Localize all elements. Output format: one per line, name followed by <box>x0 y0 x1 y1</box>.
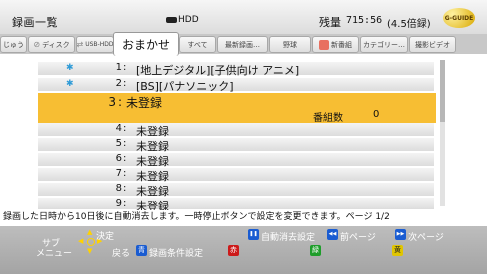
remaining-label: 残量 <box>319 16 341 29</box>
red-key-icon: 赤 <box>228 245 239 256</box>
list-item[interactable]: 8 : 未登録 <box>38 183 434 198</box>
item-separator: : <box>123 62 127 73</box>
next-page-label: 次ページ <box>408 233 444 243</box>
scrollbar-thumb[interactable] <box>440 60 445 122</box>
disc-icon: ⊘ <box>33 40 41 49</box>
item-separator: : <box>123 168 127 179</box>
item-label: [地上デジタル][子供向け アニメ] <box>136 64 300 77</box>
item-separator: : <box>123 123 127 134</box>
item-separator: : <box>118 95 123 109</box>
list-item[interactable]: 9 : 未登録 <box>38 198 434 213</box>
item-number: 8 <box>115 183 122 194</box>
item-number: 7 <box>115 168 122 179</box>
list-item[interactable]: 4 : 未登録 <box>38 123 434 138</box>
blue-key-icon: 青 <box>136 245 147 256</box>
item-number: 2 <box>115 78 122 89</box>
tab-category[interactable]: カテゴリー… <box>360 36 408 53</box>
drive-indicator: HDD <box>166 15 199 25</box>
remaining-time: 715:56 <box>346 15 383 26</box>
tab-partial[interactable]: じゅう <box>0 36 27 53</box>
item-separator: : <box>123 153 127 164</box>
tab-label: すべて <box>187 40 208 49</box>
recording-list-screen: 録画一覧 HDD 残量 715:56 (4.5倍録) G-GUIDE じゅう ⊘… <box>0 0 487 274</box>
item-label: 未登録 <box>126 96 163 110</box>
item-label: 未登録 <box>136 140 169 153</box>
item-separator: : <box>123 183 127 194</box>
tab-label: じゅう <box>3 40 24 49</box>
tab-bar: じゅう ⊘ ディスク ⇄ USB-HDD おまかせ すべて 最新録画… 野球 新… <box>0 32 487 56</box>
tab-omakase[interactable]: おまかせ <box>113 32 179 56</box>
prev-page-key-icon: ◀◀ <box>327 229 338 240</box>
pause-key-icon: ❚❚ <box>248 229 259 240</box>
item-label: 未登録 <box>136 185 169 198</box>
tab-baseball[interactable]: 野球 <box>269 36 311 53</box>
program-count-label: 番組数 <box>313 113 343 124</box>
item-number: 6 <box>115 153 122 164</box>
program-count-value: 0 <box>373 109 380 120</box>
list-item[interactable]: ✱ 2 : [BS][パナソニック] <box>38 78 434 93</box>
item-number: 4 <box>115 123 122 134</box>
menu-label: メニュー <box>36 249 73 259</box>
tab-camera-video[interactable]: 撮影ビデオ <box>409 36 456 53</box>
next-page-key-icon: ▶▶ <box>395 229 406 240</box>
item-separator: : <box>123 78 127 89</box>
prev-page-label: 前ページ <box>340 233 376 243</box>
item-label: [BS][パナソニック] <box>136 80 234 93</box>
tab-label: 最新録画… <box>225 40 260 49</box>
channel-icon: ✱ <box>66 79 74 89</box>
list-item-selected[interactable]: 3 : 未登録 番組数 0 <box>38 93 436 124</box>
tab-label: USB-HDD <box>85 41 114 48</box>
list-item[interactable]: ✱ 1 : [地上デジタル][子供向け アニメ] <box>38 62 434 77</box>
list-item[interactable]: 5 : 未登録 <box>38 138 434 153</box>
tab-label: 新番組 <box>331 40 352 49</box>
tab-label: 野球 <box>283 40 297 49</box>
item-number: 3 <box>108 95 116 109</box>
hdd-icon <box>166 17 177 23</box>
brand-logo: G-GUIDE <box>443 8 475 28</box>
tab-label: カテゴリー… <box>363 40 405 49</box>
list-item[interactable]: 6 : 未登録 <box>38 153 434 168</box>
tab-all[interactable]: すべて <box>179 36 216 53</box>
remaining-mode: (4.5倍録) <box>387 19 431 30</box>
list-item[interactable]: 7 : 未登録 <box>38 168 434 183</box>
green-key-icon: 緑 <box>310 245 321 256</box>
tab-label: ディスク <box>42 40 70 49</box>
channel-icon: ✱ <box>66 63 74 73</box>
item-label: 未登録 <box>136 155 169 168</box>
tab-label: おまかせ <box>121 38 170 52</box>
footer-guide: サブ メニュー ▲ ▼ ◀ ▶ 決定 戻る 青 録画条件設定 ❚❚ 自動消去設定… <box>0 226 487 274</box>
status-message: 録画した日時から10日後に自動消去します。一時停止ボタンで設定を変更できます。ペ… <box>0 210 487 226</box>
recording-condition-label: 録画条件設定 <box>149 249 204 259</box>
item-number: 1 <box>115 62 122 73</box>
usb-icon: ⇄ <box>76 40 84 49</box>
item-label: 未登録 <box>136 125 169 138</box>
auto-delete-setting-label: 自動消去設定 <box>261 233 316 243</box>
tab-usb-hdd[interactable]: ⇄ USB-HDD <box>76 36 114 53</box>
item-number: 5 <box>115 138 122 149</box>
header: 録画一覧 HDD 残量 715:56 (4.5倍録) G-GUIDE <box>0 0 487 34</box>
tab-new-program[interactable]: 新番組 <box>312 36 359 53</box>
new-program-icon <box>319 39 329 50</box>
item-separator: : <box>123 138 127 149</box>
tab-disc[interactable]: ⊘ ディスク <box>28 36 75 53</box>
item-separator: : <box>123 198 127 209</box>
page-title: 録画一覧 <box>12 16 58 29</box>
yellow-key-icon: 黄 <box>392 245 403 256</box>
decide-label: 決定 <box>96 232 115 242</box>
item-number: 9 <box>115 198 122 209</box>
tab-latest[interactable]: 最新録画… <box>217 36 268 53</box>
back-label: 戻る <box>112 249 131 259</box>
drive-label: HDD <box>178 15 199 25</box>
item-label: 未登録 <box>136 170 169 183</box>
tab-label: 撮影ビデオ <box>415 40 450 49</box>
